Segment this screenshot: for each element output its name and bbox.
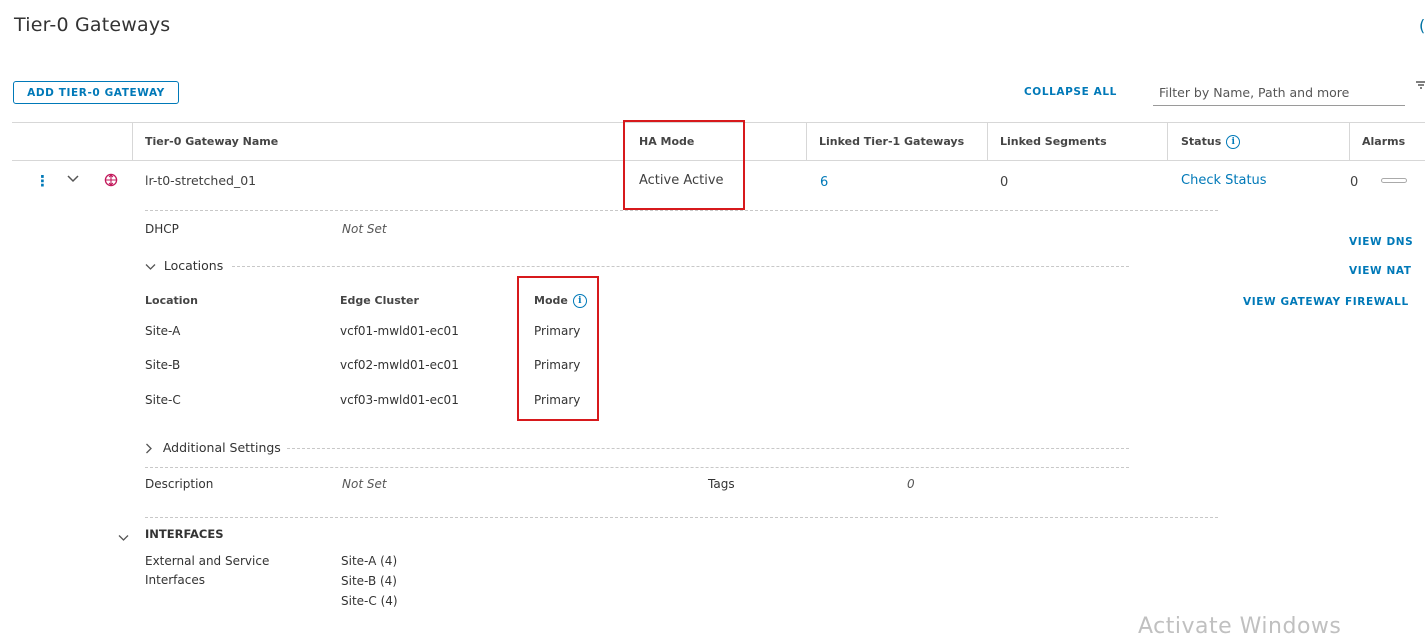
view-gateway-firewall-link[interactable]: VIEW GATEWAY FIREWALL — [1243, 296, 1409, 308]
divider — [287, 448, 1129, 449]
interface-link-site-c[interactable]: Site-C (4) — [341, 594, 398, 608]
divider — [232, 266, 1129, 267]
column-header-status[interactable]: Status i — [1181, 123, 1241, 161]
interfaces-toggle[interactable] — [118, 530, 129, 544]
location-name: Site-A — [145, 324, 181, 338]
table-header: Tier-0 Gateway Name HA Mode Linked Tier-… — [12, 122, 1425, 161]
add-tier0-gateway-button[interactable]: ADD TIER-0 GATEWAY — [13, 81, 179, 104]
interface-link-site-a[interactable]: Site-A (4) — [341, 554, 397, 568]
check-status-link[interactable]: Check Status — [1181, 173, 1267, 188]
divider — [145, 210, 1218, 211]
tags-label: Tags — [708, 477, 735, 491]
column-header-linked-segments[interactable]: Linked Segments — [1000, 123, 1107, 161]
tier0-gateway-icon — [104, 173, 118, 190]
interface-link-site-b[interactable]: Site-B (4) — [341, 574, 397, 588]
info-icon[interactable]: i — [1226, 135, 1241, 149]
gateway-name[interactable]: lr-t0-stretched_01 — [145, 173, 256, 188]
column-divider — [1349, 123, 1350, 161]
location-mode: Primary — [534, 324, 581, 338]
column-divider — [624, 123, 625, 161]
row-expand-icon[interactable] — [67, 173, 79, 187]
divider — [145, 467, 1129, 468]
location-mode: Primary — [534, 358, 581, 372]
column-divider — [1167, 123, 1168, 161]
mode-header-label: Mode — [534, 294, 568, 307]
info-icon[interactable]: i — [572, 294, 587, 308]
edge-cluster-name: vcf02-mwld01-ec01 — [340, 358, 459, 372]
help-icon[interactable]: ( — [1419, 16, 1425, 35]
locations-toggle[interactable]: Locations — [145, 258, 223, 273]
column-divider — [987, 123, 988, 161]
location-column-header: Location — [145, 294, 198, 307]
additional-settings-label: Additional Settings — [162, 440, 281, 455]
collapse-all-button[interactable]: COLLAPSE ALL — [1024, 86, 1117, 98]
row-actions-icon[interactable]: ⋮ — [35, 172, 50, 190]
column-header-name[interactable]: Tier-0 Gateway Name — [145, 123, 278, 161]
edge-cluster-column-header: Edge Cluster — [340, 294, 419, 307]
description-label: Description — [145, 477, 214, 491]
status-header-label: Status — [1181, 135, 1222, 148]
ext-service-label: External and Service — [145, 554, 270, 568]
ha-mode-value: Active Active — [639, 173, 724, 188]
column-divider — [132, 123, 133, 161]
location-mode: Primary — [534, 393, 581, 407]
dhcp-label: DHCP — [145, 222, 179, 236]
dhcp-value: Not Set — [342, 222, 387, 236]
locations-label: Locations — [163, 258, 224, 273]
edge-cluster-name: vcf03-mwld01-ec01 — [340, 393, 459, 407]
description-value: Not Set — [342, 477, 387, 491]
location-name: Site-C — [145, 393, 181, 407]
alarm-indicator — [1381, 178, 1407, 183]
mode-column-header: Mode i — [534, 294, 587, 308]
linked-segments-value: 0 — [1000, 175, 1009, 190]
page-title: Tier-0 Gateways — [14, 14, 171, 36]
column-header-linked-t1[interactable]: Linked Tier-1 Gateways — [819, 123, 964, 161]
linked-t1-link[interactable]: 6 — [820, 175, 828, 190]
ext-service-label-line2: Interfaces — [145, 573, 205, 587]
column-header-alarms[interactable]: Alarms — [1362, 123, 1405, 161]
view-dns-link[interactable]: VIEW DNS — [1349, 236, 1413, 248]
location-name: Site-B — [145, 358, 181, 372]
tags-value: 0 — [907, 477, 915, 491]
column-header-ha-mode[interactable]: HA Mode — [639, 123, 694, 161]
filter-input[interactable] — [1153, 78, 1405, 106]
divider — [145, 517, 1218, 518]
filter-icon[interactable] — [1416, 81, 1425, 97]
column-divider — [806, 123, 807, 161]
view-nat-link[interactable]: VIEW NAT — [1349, 265, 1412, 277]
edge-cluster-name: vcf01-mwld01-ec01 — [340, 324, 459, 338]
additional-settings-toggle[interactable]: Additional Settings — [145, 440, 281, 455]
activate-windows-watermark: Activate Windows — [1138, 614, 1342, 639]
interfaces-label: INTERFACES — [145, 527, 224, 541]
alarms-count: 0 — [1350, 175, 1359, 190]
